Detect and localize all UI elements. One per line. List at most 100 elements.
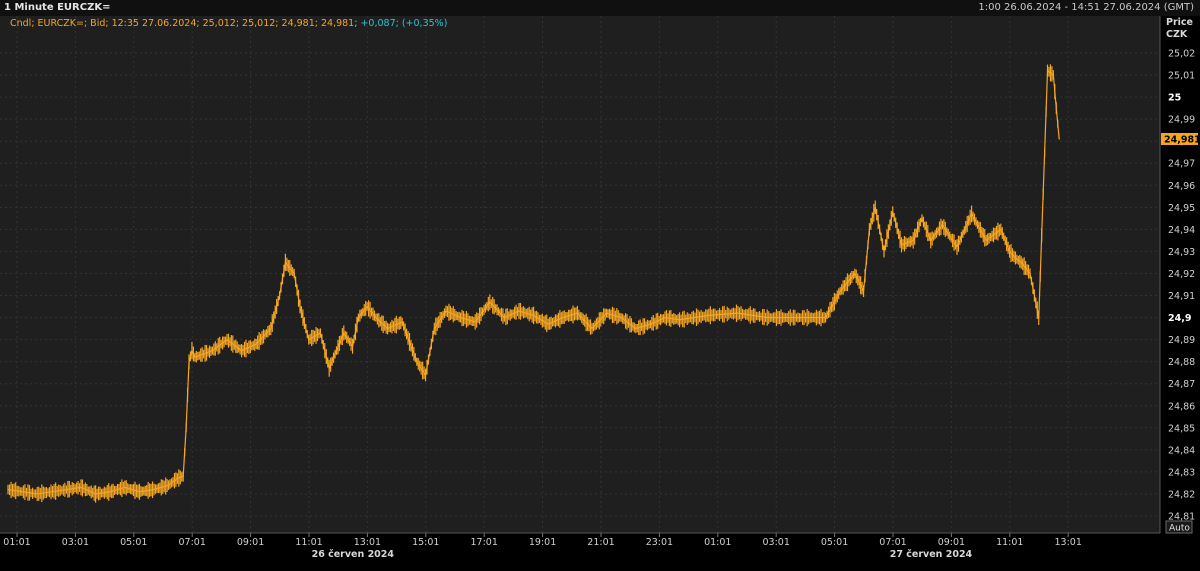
data-point bbox=[930, 239, 932, 242]
x-tick-label: 13:01 bbox=[354, 537, 381, 548]
date-range: 1:00 26.06.2024 - 14:51 27.06.2024 (GMT) bbox=[978, 2, 1194, 13]
x-tick-label: 07:01 bbox=[879, 537, 906, 548]
data-point bbox=[308, 339, 310, 341]
data-point bbox=[255, 343, 257, 345]
last-price-label: 24,981 bbox=[1164, 134, 1200, 145]
data-point bbox=[241, 350, 243, 352]
y-tick-label: 24,96 bbox=[1168, 181, 1195, 192]
data-point bbox=[200, 354, 202, 356]
data-point bbox=[366, 305, 368, 308]
data-point bbox=[766, 316, 768, 319]
y-tick-label: 25,01 bbox=[1168, 71, 1195, 82]
x-tick-label: 13:01 bbox=[1055, 537, 1082, 548]
axis-price-label: Price bbox=[1166, 17, 1193, 28]
data-point bbox=[620, 316, 622, 319]
data-point bbox=[168, 484, 170, 486]
price-chart[interactable]: 25,0225,012524,9924,9824,9724,9624,9524,… bbox=[0, 16, 1200, 571]
data-point bbox=[533, 314, 535, 316]
date-label: 26 červen 2024 bbox=[312, 549, 395, 560]
data-point bbox=[185, 427, 187, 429]
x-tick-label: 05:01 bbox=[821, 537, 848, 548]
data-point bbox=[883, 250, 885, 253]
data-point bbox=[921, 217, 923, 219]
data-point bbox=[956, 246, 958, 248]
data-point bbox=[416, 361, 418, 363]
x-tick-label: 15:01 bbox=[412, 537, 439, 548]
data-point bbox=[664, 316, 666, 319]
y-tick-label: 24,88 bbox=[1168, 357, 1195, 368]
data-point bbox=[95, 493, 97, 495]
y-tick-label: 24,85 bbox=[1168, 423, 1195, 434]
data-point bbox=[124, 486, 126, 488]
data-point bbox=[562, 316, 564, 319]
data-point bbox=[795, 316, 798, 319]
data-point bbox=[900, 244, 903, 246]
data-point bbox=[191, 350, 193, 352]
data-point bbox=[547, 323, 549, 325]
auto-button-label[interactable]: Auto bbox=[1169, 524, 1190, 534]
x-tick-label: 19:01 bbox=[529, 537, 556, 548]
legend: Cndl; EURCZK=; Bid; 12:35 27.06.2024; 25… bbox=[10, 18, 447, 29]
data-point bbox=[503, 316, 505, 319]
x-tick-label: 11:01 bbox=[295, 537, 322, 548]
y-tick-label: 24,84 bbox=[1168, 445, 1195, 456]
data-point bbox=[36, 493, 38, 495]
data-point bbox=[188, 361, 190, 363]
y-tick-label: 24,93 bbox=[1168, 247, 1195, 258]
data-point bbox=[387, 327, 389, 330]
data-point bbox=[293, 272, 295, 275]
plot-area[interactable] bbox=[0, 16, 1160, 533]
data-point bbox=[343, 332, 345, 334]
data-point bbox=[941, 224, 944, 226]
y-tick-label: 25 bbox=[1168, 93, 1181, 104]
data-point bbox=[737, 312, 739, 314]
data-point bbox=[460, 316, 462, 319]
x-tick-label: 03:01 bbox=[62, 537, 89, 548]
data-point bbox=[7, 488, 9, 491]
y-tick-label: 24,99 bbox=[1168, 115, 1195, 126]
data-point bbox=[606, 312, 608, 314]
data-point bbox=[868, 228, 871, 230]
data-point bbox=[194, 356, 196, 358]
data-point bbox=[319, 332, 322, 334]
data-point bbox=[299, 305, 301, 308]
y-tick-label: 24,97 bbox=[1168, 159, 1195, 170]
x-tick-label: 23:01 bbox=[646, 537, 673, 548]
data-point bbox=[424, 374, 427, 376]
x-tick-label: 03:01 bbox=[763, 537, 790, 548]
data-point bbox=[284, 261, 286, 264]
x-tick-label: 01:01 bbox=[3, 537, 30, 548]
x-tick-label: 09:01 bbox=[237, 537, 264, 548]
x-tick-label: 17:01 bbox=[471, 537, 498, 548]
data-point bbox=[328, 367, 330, 369]
data-point bbox=[591, 327, 593, 330]
date-label: 27 červen 2024 bbox=[890, 549, 973, 560]
legend-change: +0,087; (+0,35%) bbox=[360, 18, 448, 29]
data-point bbox=[445, 310, 447, 312]
x-tick-label: 07:01 bbox=[179, 537, 206, 548]
data-point bbox=[649, 323, 652, 325]
data-point bbox=[1046, 70, 1049, 72]
x-tick-label: 01:01 bbox=[704, 537, 731, 548]
data-point bbox=[576, 312, 579, 314]
data-point bbox=[1008, 250, 1011, 253]
data-point bbox=[708, 314, 710, 316]
data-point bbox=[357, 316, 359, 319]
axis-currency-label: CZK bbox=[1166, 29, 1188, 40]
data-point bbox=[635, 327, 637, 330]
data-point bbox=[854, 272, 856, 275]
y-tick-label: 24,82 bbox=[1168, 489, 1195, 500]
data-point bbox=[109, 491, 111, 493]
data-point bbox=[65, 488, 67, 491]
data-point bbox=[862, 290, 865, 292]
data-point bbox=[176, 477, 178, 480]
auto-scale-button[interactable]: Auto bbox=[1165, 520, 1193, 534]
data-point bbox=[912, 239, 914, 242]
data-point bbox=[182, 475, 184, 477]
y-tick-label: 24,9 bbox=[1168, 313, 1191, 324]
data-point bbox=[1020, 261, 1022, 264]
data-point bbox=[1052, 74, 1054, 76]
legend-series-text: Cndl; EURCZK=; Bid; 12:35 27.06.2024; 25… bbox=[10, 18, 358, 29]
data-point bbox=[874, 206, 876, 208]
y-tick-label: 24,95 bbox=[1168, 203, 1195, 214]
